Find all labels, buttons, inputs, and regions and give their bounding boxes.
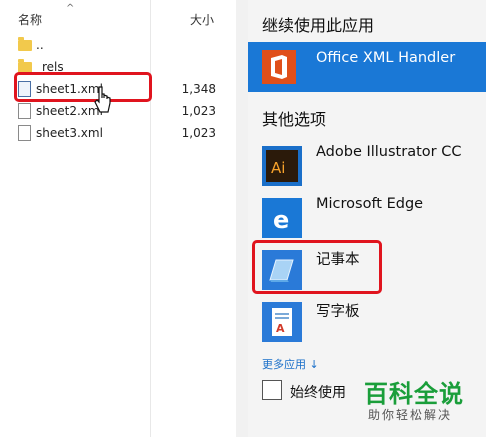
xml-file-icon bbox=[18, 103, 31, 119]
file-row-parent[interactable]: .. bbox=[0, 34, 236, 56]
wordpad-icon: A bbox=[262, 302, 302, 342]
always-use-label: 始终使用 bbox=[290, 385, 346, 401]
app-option-illustrator[interactable]: Ai Adobe Illustrator CC bbox=[248, 140, 486, 190]
office-icon bbox=[262, 50, 296, 84]
file-explorer-panel: ^ 名称 大小 .. _rels sheet1.xml 1,348 sheet2… bbox=[0, 0, 236, 437]
watermark-tagline: 助你轻松解决 bbox=[368, 408, 453, 422]
file-size: 1,348 bbox=[181, 82, 216, 96]
file-size: 1,023 bbox=[181, 126, 216, 140]
watermark-logo: 百科全说 bbox=[364, 380, 464, 408]
column-size[interactable]: 大小 bbox=[190, 11, 214, 28]
more-apps-link[interactable]: 更多应用 ↓ bbox=[262, 356, 319, 372]
sort-caret-icon: ^ bbox=[66, 3, 75, 14]
highlight-box-notepad bbox=[252, 240, 382, 294]
file-row-sheet3[interactable]: sheet3.xml 1,023 bbox=[0, 122, 236, 144]
app-name: 写字板 bbox=[316, 304, 360, 320]
other-options-heading: 其他选项 bbox=[262, 110, 327, 129]
file-name: sheet3.xml bbox=[36, 126, 103, 140]
file-size: 1,023 bbox=[181, 104, 216, 118]
app-name: Adobe Illustrator CC bbox=[316, 144, 462, 160]
hand-cursor-icon bbox=[94, 86, 111, 113]
file-row-sheet2[interactable]: sheet2.xml 1,023 bbox=[0, 100, 236, 122]
app-option-wordpad[interactable]: A 写字板 bbox=[248, 296, 486, 346]
app-name: Microsoft Edge bbox=[316, 196, 424, 212]
svg-text:e: e bbox=[273, 206, 289, 234]
always-use-checkbox[interactable] bbox=[262, 380, 282, 400]
svg-text:Ai: Ai bbox=[271, 159, 285, 177]
folder-icon bbox=[18, 37, 32, 51]
column-header: ^ 名称 大小 bbox=[0, 0, 236, 437]
app-name: Office XML Handler bbox=[316, 50, 456, 66]
svg-text:A: A bbox=[276, 322, 285, 335]
continue-heading: 继续使用此应用 bbox=[262, 16, 375, 35]
file-name: sheet2.xml bbox=[36, 104, 103, 118]
column-name[interactable]: 名称 bbox=[18, 11, 42, 28]
app-option-edge[interactable]: e Microsoft Edge bbox=[248, 192, 486, 242]
highlight-box-sheet1 bbox=[14, 72, 152, 102]
file-name: .. bbox=[36, 38, 44, 52]
app-option-office-xml-handler[interactable]: Office XML Handler bbox=[248, 42, 486, 92]
illustrator-icon: Ai bbox=[262, 146, 302, 186]
xml-file-icon bbox=[18, 125, 31, 141]
edge-icon: e bbox=[262, 198, 302, 238]
